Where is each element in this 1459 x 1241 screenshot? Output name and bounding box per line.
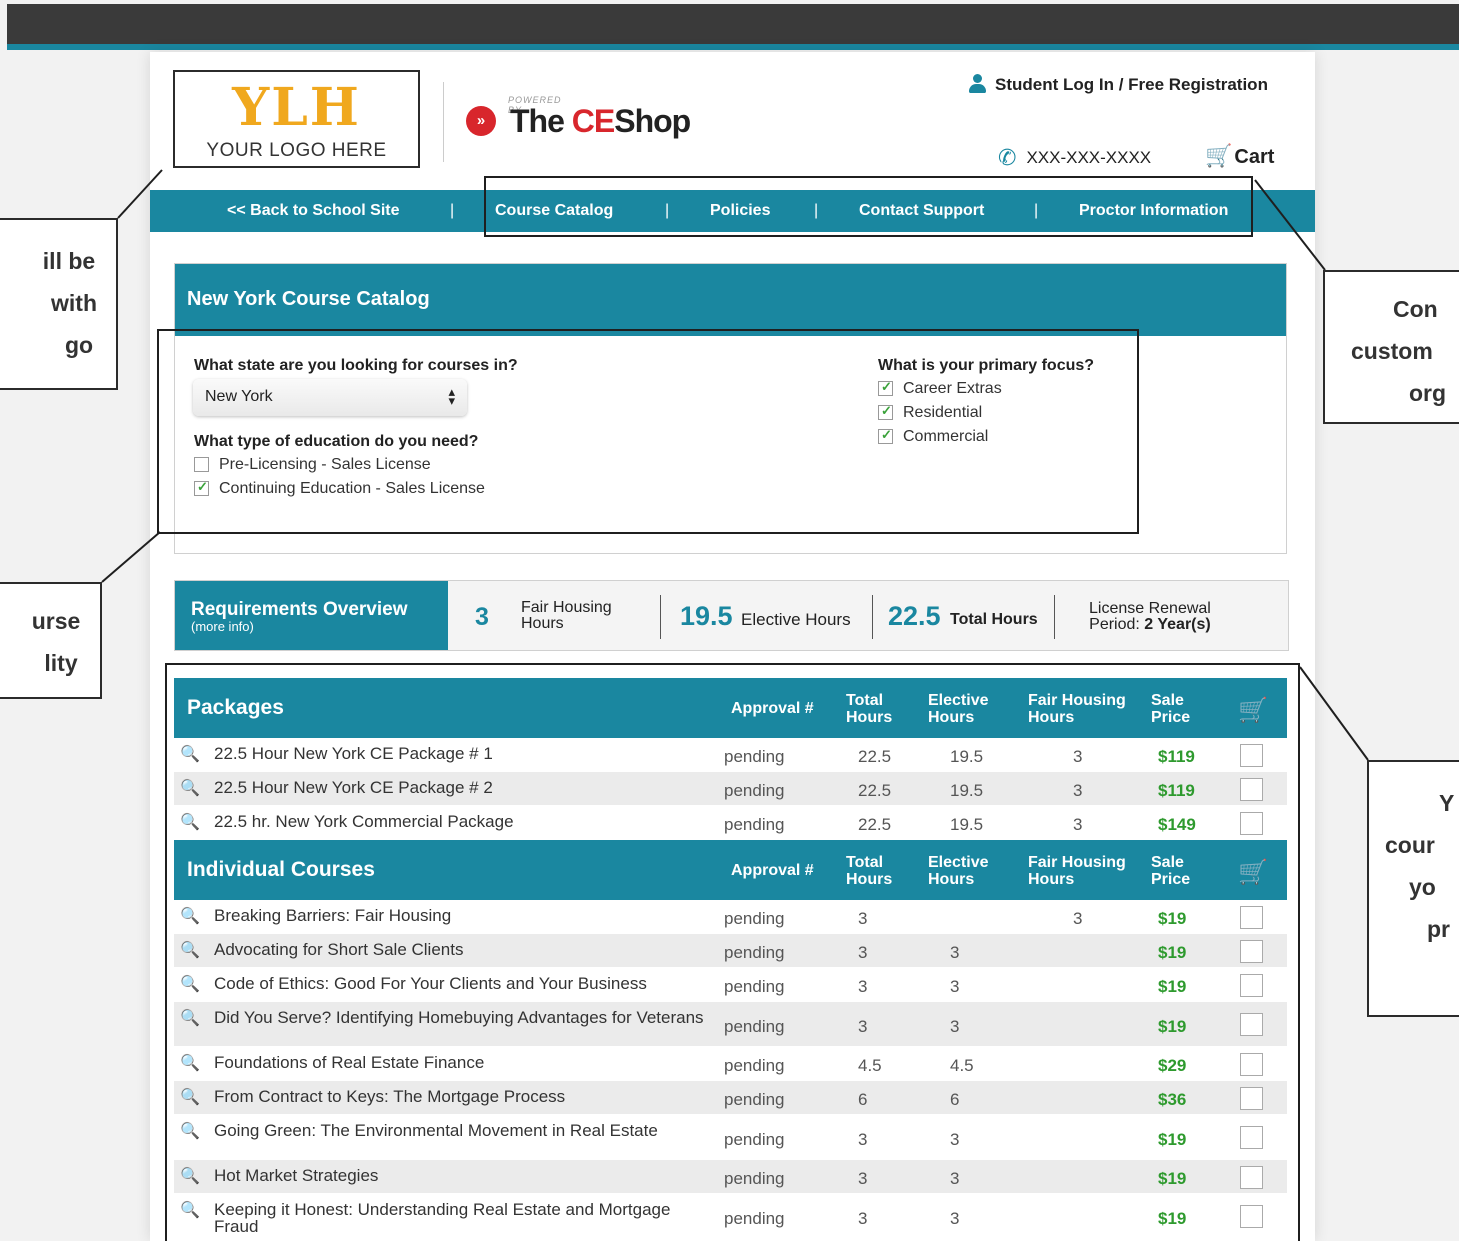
annotation-logo: ill be with go: [0, 218, 118, 390]
annotation-filters: urse lity: [0, 582, 102, 699]
annotation-leader-lines: [101, 169, 1369, 761]
annotation-table: Y cour yo pr: [1367, 760, 1459, 1017]
annotation-nav: Con custom org: [1323, 270, 1459, 424]
